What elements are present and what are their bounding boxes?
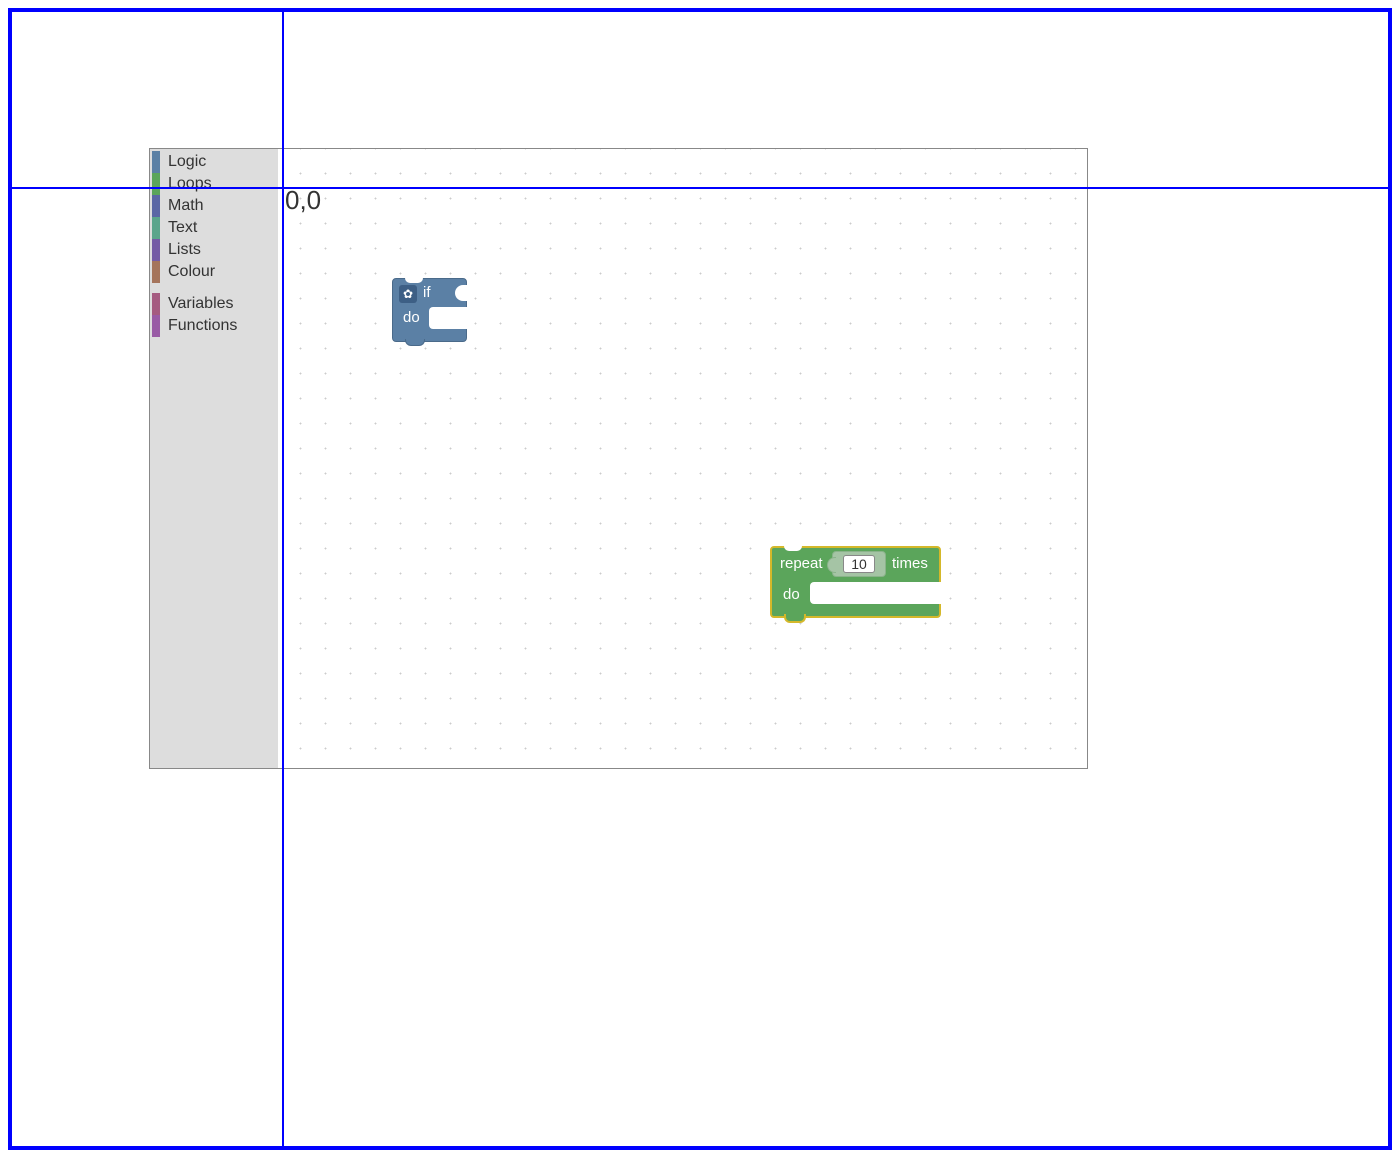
category-label: Loops (168, 175, 212, 193)
toolbox-category-colour[interactable]: Colour (150, 261, 278, 283)
category-color-swatch (152, 293, 160, 315)
if-condition-input[interactable] (455, 285, 467, 301)
do-label: do (783, 586, 800, 603)
crosshair-horizontal (12, 187, 1388, 189)
blockly-workspace: Logic Loops Math Text Lists Colour Varia… (149, 148, 1088, 769)
crosshair-vertical (282, 12, 284, 1146)
category-color-swatch (152, 239, 160, 261)
do-label: do (403, 309, 420, 326)
workspace-canvas[interactable]: 0,0 ✿ if do repeat times do (278, 149, 1087, 768)
toolbox-separator (150, 283, 278, 293)
category-color-swatch (152, 173, 160, 195)
if-statement-input[interactable] (429, 307, 469, 329)
toolbox-category-variables[interactable]: Variables (150, 293, 278, 315)
category-color-swatch (152, 315, 160, 337)
times-label: times (892, 555, 928, 572)
gear-icon[interactable]: ✿ (399, 285, 417, 303)
category-label: Text (168, 219, 197, 237)
repeat-label: repeat (780, 555, 823, 572)
category-color-swatch (152, 195, 160, 217)
toolbox: Logic Loops Math Text Lists Colour Varia… (150, 149, 278, 768)
category-label: Lists (168, 241, 201, 259)
category-color-swatch (152, 217, 160, 239)
category-label: Math (168, 197, 204, 215)
category-label: Logic (168, 153, 206, 171)
origin-label: 0,0 (285, 185, 321, 216)
if-label: if (423, 284, 431, 301)
repeat-block[interactable]: repeat times do (770, 546, 941, 618)
toolbox-category-lists[interactable]: Lists (150, 239, 278, 261)
category-label: Variables (168, 295, 234, 313)
repeat-count-shadow[interactable] (832, 551, 886, 577)
category-label: Functions (168, 317, 237, 335)
toolbox-category-logic[interactable]: Logic (150, 151, 278, 173)
toolbox-category-math[interactable]: Math (150, 195, 278, 217)
toolbox-category-functions[interactable]: Functions (150, 315, 278, 337)
category-color-swatch (152, 261, 160, 283)
category-color-swatch (152, 151, 160, 173)
repeat-block-body[interactable]: repeat times do (770, 546, 941, 618)
if-block[interactable]: ✿ if do (392, 278, 467, 342)
toolbox-category-loops[interactable]: Loops (150, 173, 278, 195)
repeat-statement-input[interactable] (810, 582, 944, 604)
repeat-count-field[interactable] (843, 555, 875, 573)
toolbox-category-text[interactable]: Text (150, 217, 278, 239)
if-block-body[interactable]: ✿ if do (392, 278, 467, 342)
category-label: Colour (168, 263, 215, 281)
